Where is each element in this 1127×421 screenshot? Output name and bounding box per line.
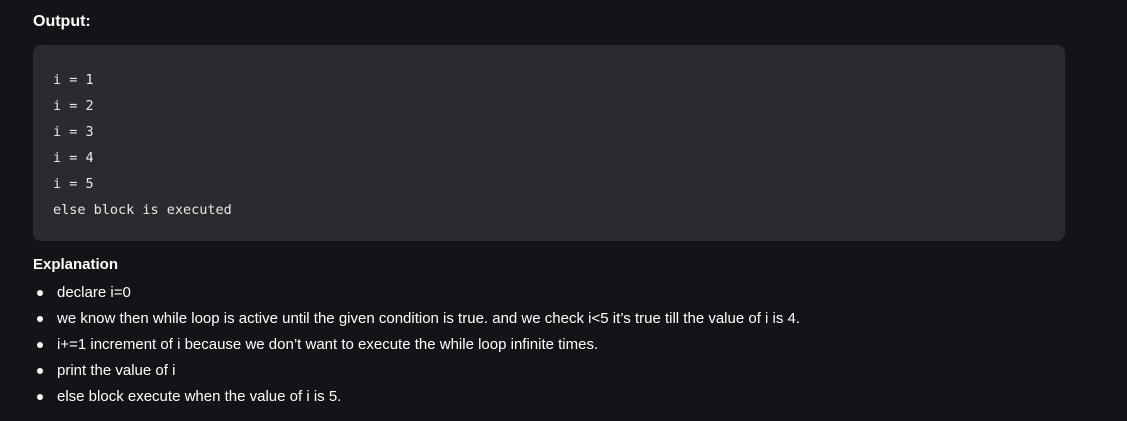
output-line: i = 2: [53, 98, 94, 114]
output-line: else block is executed: [53, 202, 232, 218]
bullet-icon: [37, 316, 43, 322]
bullet-icon: [37, 368, 43, 374]
list-item: print the value of i: [33, 358, 800, 384]
list-item: we know then while loop is active until …: [33, 306, 800, 332]
output-line: i = 3: [53, 124, 94, 140]
list-item: declare i=0: [33, 280, 800, 306]
bullet-icon: [37, 290, 43, 296]
list-item: i+=1 increment of i because we don’t wan…: [33, 332, 800, 358]
bullet-icon: [37, 342, 43, 348]
list-item-text: we know then while loop is active until …: [57, 310, 801, 327]
list-item-text: else block execute when the value of i i…: [57, 388, 342, 405]
list-item: else block execute when the value of i i…: [33, 384, 800, 410]
list-item-text: print the value of i: [57, 362, 176, 379]
output-line: i = 5: [53, 176, 94, 192]
output-heading: Output:: [33, 13, 91, 30]
list-item-text: declare i=0: [57, 284, 131, 301]
output-line: i = 4: [53, 150, 94, 166]
output-line: i = 1: [53, 72, 94, 88]
output-code-block: i = 1 i = 2 i = 3 i = 4 i = 5 else block…: [33, 45, 1065, 241]
explanation-heading: Explanation: [33, 256, 119, 273]
bullet-icon: [37, 394, 43, 400]
list-item-text: i+=1 increment of i because we don’t wan…: [57, 336, 599, 353]
explanation-list: declare i=0 we know then while loop is a…: [33, 280, 800, 410]
